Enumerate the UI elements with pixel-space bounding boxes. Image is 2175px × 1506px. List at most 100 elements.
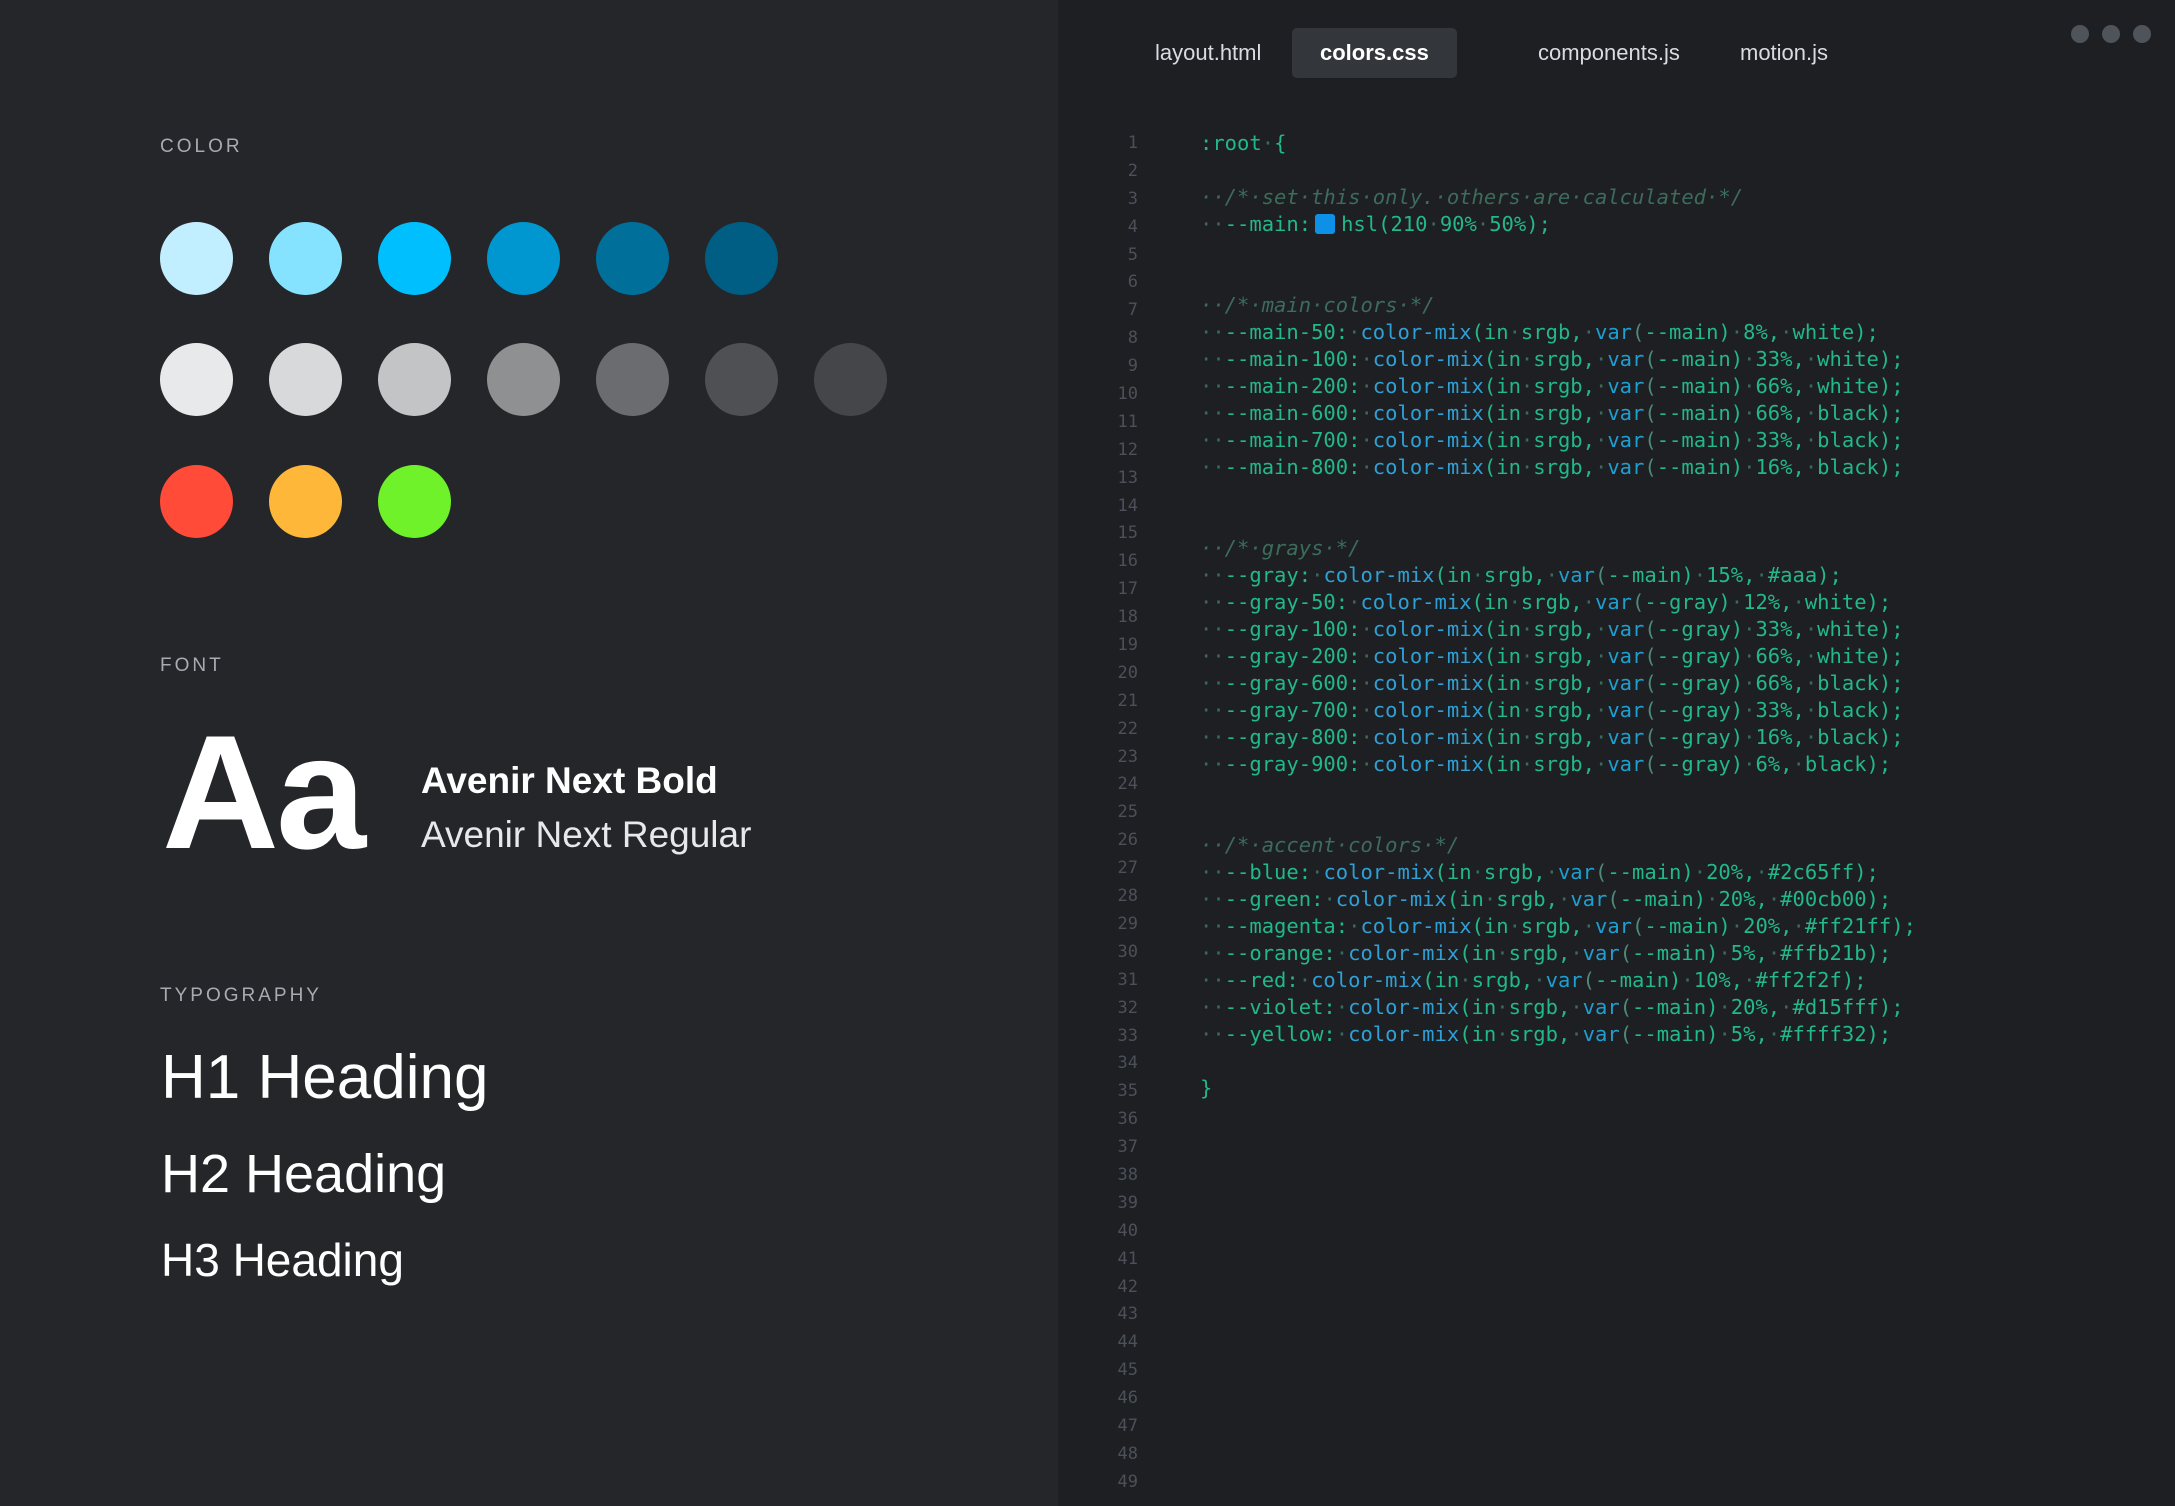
color-swatch[interactable] xyxy=(269,465,342,538)
h3-sample: H3 Heading xyxy=(161,1234,404,1286)
line-number: 18 xyxy=(1117,607,1138,628)
color-swatch[interactable] xyxy=(705,222,778,295)
line-number: 8 xyxy=(1127,328,1138,349)
line-number: 16 xyxy=(1117,551,1138,572)
line-number: 49 xyxy=(1117,1471,1138,1492)
color-swatch[interactable] xyxy=(378,465,451,538)
line-number: 38 xyxy=(1117,1164,1138,1185)
line-number: 11 xyxy=(1117,411,1138,432)
code-line: ··--yellow:·color-mix(in·srgb,·var(--mai… xyxy=(1200,1022,1892,1046)
line-number: 1 xyxy=(1127,133,1138,153)
h2-sample: H2 Heading xyxy=(161,1144,447,1204)
main-color-swatches xyxy=(160,222,778,295)
color-swatch[interactable] xyxy=(814,343,887,416)
font-bold-name: Avenir Next Bold xyxy=(421,760,718,801)
line-number: 29 xyxy=(1117,913,1138,934)
line-number-gutter: 1 2 3 4 5 6 7 8 9 10 11 12 13 14 15 16 17 18 19 20 21 22 23 24 2… xyxy=(1058,130,1138,1497)
line-number: 25 xyxy=(1117,802,1138,823)
line-number: 45 xyxy=(1117,1360,1138,1381)
line-number: 39 xyxy=(1117,1192,1138,1213)
code-line: ··--red:·color-mix(in·srgb,·var(--main)·… xyxy=(1200,968,1867,992)
line-number: 30 xyxy=(1117,941,1138,962)
line-number: 12 xyxy=(1117,439,1138,460)
line-number: 2 xyxy=(1127,160,1138,181)
code-line: ··--main-100:·color-mix(in·srgb,·var(--m… xyxy=(1200,347,1904,371)
color-preview-chip[interactable] xyxy=(1315,214,1336,234)
code-line: ··--magenta:·color-mix(in·srgb,·var(--ma… xyxy=(1200,914,1916,938)
code-line: ··--main-700:·color-mix(in·srgb,·var(--m… xyxy=(1200,428,1904,452)
code-line: ··/*·set·this·only.·others·are·calculate… xyxy=(1200,185,1744,209)
window-dot-icon[interactable] xyxy=(2071,25,2089,43)
editor-tabs: layout.html colors.css components.js mot… xyxy=(1058,28,1958,78)
tab-colors-css[interactable]: colors.css xyxy=(1292,28,1457,78)
line-number: 21 xyxy=(1117,690,1138,711)
line-number: 41 xyxy=(1117,1248,1138,1269)
color-section-label: COLOR xyxy=(160,136,243,157)
line-number: 24 xyxy=(1117,774,1138,795)
color-swatch[interactable] xyxy=(487,343,560,416)
line-number: 23 xyxy=(1117,746,1138,767)
code-line: } xyxy=(1200,1076,1213,1100)
code-line: ··/*·grays·*/ xyxy=(1200,536,1361,560)
gray-color-swatches xyxy=(160,343,887,416)
typography-section-label: TYPOGRAPHY xyxy=(160,985,322,1006)
app-window: COLOR FONT Aa Avenir Next Bold Avenir Ne… xyxy=(0,0,2175,1506)
code-line: ··--gray-600:·color-mix(in·srgb,·var(--g… xyxy=(1200,671,1904,695)
code-line: ··--gray-900:·color-mix(in·srgb,·var(--g… xyxy=(1200,752,1892,776)
color-swatch[interactable] xyxy=(596,343,669,416)
line-number: 34 xyxy=(1117,1053,1138,1074)
color-swatch[interactable] xyxy=(160,465,233,538)
color-swatch[interactable] xyxy=(705,343,778,416)
color-swatch[interactable] xyxy=(596,222,669,295)
line-number: 4 xyxy=(1127,216,1138,237)
line-number: 31 xyxy=(1117,969,1138,990)
line-number: 19 xyxy=(1117,635,1138,656)
code-content[interactable]: :root·{··/*·set·this·only.·others·are·ca… xyxy=(1200,130,1916,1102)
font-regular-name: Avenir Next Regular xyxy=(421,814,752,855)
color-swatch[interactable] xyxy=(487,222,560,295)
font-section-label: FONT xyxy=(160,655,224,676)
code-line: ··--gray-700:·color-mix(in·srgb,·var(--g… xyxy=(1200,698,1904,722)
code-line: ··--violet:·color-mix(in·srgb,·var(--mai… xyxy=(1200,995,1904,1019)
line-number: 20 xyxy=(1117,662,1138,683)
font-sample-glyphs: Aa xyxy=(162,702,366,883)
line-number: 47 xyxy=(1117,1415,1138,1436)
line-number: 46 xyxy=(1117,1388,1138,1409)
color-swatch[interactable] xyxy=(160,222,233,295)
color-swatch[interactable] xyxy=(160,343,233,416)
line-number: 40 xyxy=(1117,1220,1138,1241)
code-line: ··--orange:·color-mix(in·srgb,·var(--mai… xyxy=(1200,941,1892,965)
code-line: ··/*·main·colors·*/ xyxy=(1200,293,1435,317)
line-number: 9 xyxy=(1127,356,1138,377)
window-dot-icon[interactable] xyxy=(2133,25,2151,43)
tab-motion-js[interactable]: motion.js xyxy=(1712,28,1856,78)
color-swatch[interactable] xyxy=(378,222,451,295)
tab-components-js[interactable]: components.js xyxy=(1510,28,1708,78)
code-line: ··--gray-200:·color-mix(in·srgb,·var(--g… xyxy=(1200,644,1904,668)
code-line: ··--blue:·color-mix(in·srgb,·var(--main)… xyxy=(1200,860,1879,884)
window-controls xyxy=(2071,25,2151,43)
line-number: 15 xyxy=(1117,523,1138,544)
style-guide-panel: COLOR FONT Aa Avenir Next Bold Avenir Ne… xyxy=(0,0,1058,1506)
color-swatch[interactable] xyxy=(378,343,451,416)
line-number: 28 xyxy=(1117,886,1138,907)
color-swatch[interactable] xyxy=(269,222,342,295)
line-number: 32 xyxy=(1117,997,1138,1018)
line-number: 10 xyxy=(1117,384,1138,405)
code-line: ··--main: hsl(210·90%·50%); xyxy=(1200,212,1551,236)
line-number: 6 xyxy=(1127,272,1138,293)
code-line: ··--main-600:·color-mix(in·srgb,·var(--m… xyxy=(1200,401,1904,425)
code-line: ··--main-50:·color-mix(in·srgb,·var(--ma… xyxy=(1200,320,1879,344)
line-number: 14 xyxy=(1117,495,1138,516)
color-swatch[interactable] xyxy=(269,343,342,416)
window-dot-icon[interactable] xyxy=(2102,25,2120,43)
accent-color-swatches xyxy=(160,465,451,538)
tab-layout-html[interactable]: layout.html xyxy=(1127,28,1289,78)
